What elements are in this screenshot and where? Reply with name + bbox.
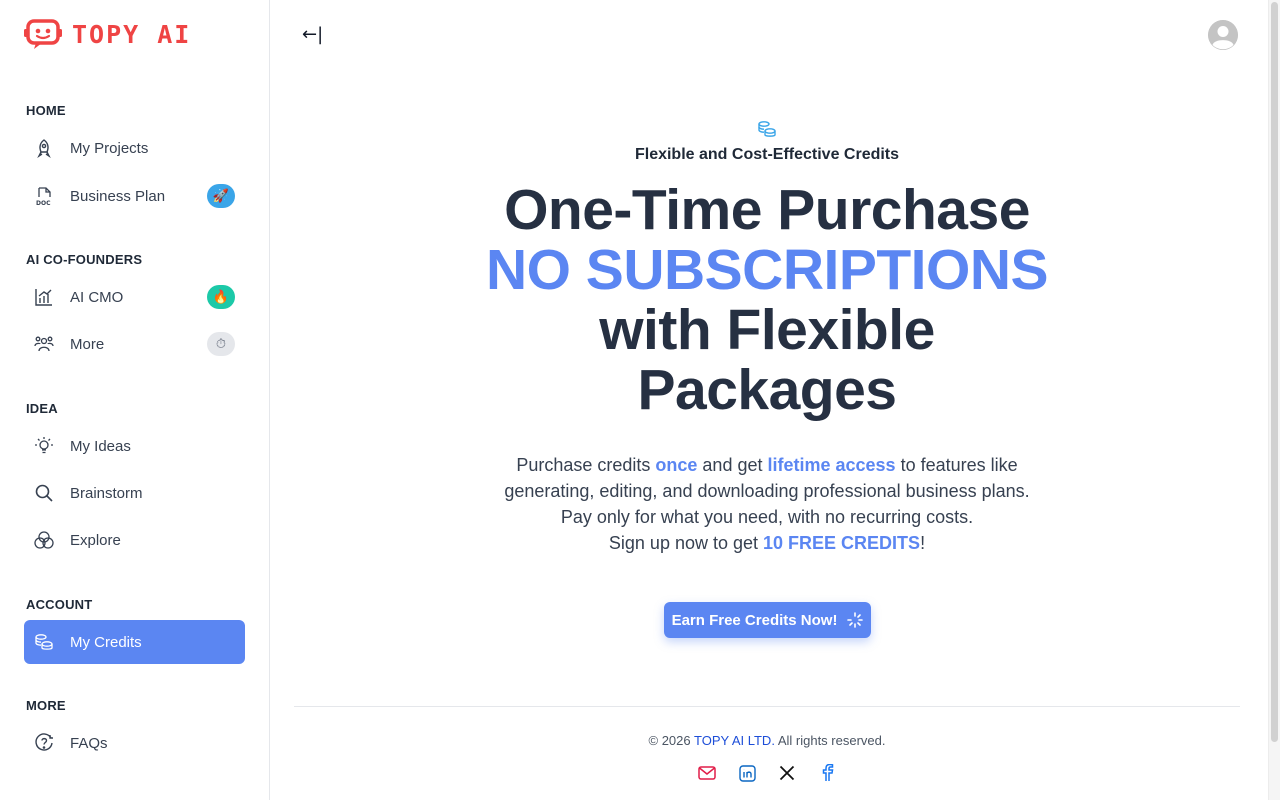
sidebar-item-brainstorm[interactable]: Brainstorm <box>24 471 245 515</box>
hero-description: Purchase credits once and get lifetime a… <box>294 452 1240 556</box>
sidebar-item-faqs[interactable]: FAQs <box>24 721 245 765</box>
copyright-brand-link[interactable]: TOPY AI LTD. <box>694 733 775 748</box>
section-title-ai-cofounders: AI CO-FOUNDERS <box>26 252 143 267</box>
sidebar-item-my-ideas[interactable]: My Ideas <box>24 424 245 468</box>
sidebar-item-label: My Projects <box>70 139 149 157</box>
fire-badge: 🔥 <box>207 285 235 309</box>
sidebar-item-label: FAQs <box>70 734 108 752</box>
section-title-home: HOME <box>26 103 66 118</box>
copyright-prefix: © 2026 <box>648 733 695 748</box>
linkedin-icon[interactable] <box>737 763 757 783</box>
facebook-icon[interactable] <box>817 763 837 783</box>
team-icon <box>34 334 54 354</box>
page-scrollbar[interactable] <box>1268 0 1280 800</box>
section-title-more: MORE <box>26 698 66 713</box>
explore-icon <box>34 530 54 550</box>
avatar[interactable] <box>1208 20 1238 50</box>
desc-highlight: once <box>655 455 698 475</box>
help-icon <box>34 733 54 753</box>
coins-icon <box>34 632 54 652</box>
logo[interactable]: TOPY AI <box>24 18 191 50</box>
headline-line-3: Packages <box>637 358 897 422</box>
section-title-account: ACCOUNT <box>26 597 93 612</box>
section-title-idea: IDEA <box>26 401 58 416</box>
sidebar-item-label: My Ideas <box>70 437 131 455</box>
sidebar-item-explore[interactable]: Explore <box>24 518 245 562</box>
user-avatar-icon <box>1208 20 1238 50</box>
scrollbar-thumb[interactable] <box>1271 2 1278 742</box>
sidebar-item-more[interactable]: More ⏱ <box>24 322 245 366</box>
desc-highlight: lifetime access <box>767 455 896 475</box>
copyright-suffix: All rights reserved. <box>774 733 886 748</box>
hero-eyebrow: Flexible and Cost-Effective Credits <box>634 146 900 163</box>
timer-badge: ⏱ <box>207 332 235 356</box>
sidebar-item-business-plan[interactable]: DOC Business Plan 🚀 <box>24 174 245 218</box>
sidebar-item-label: My Credits <box>70 633 142 651</box>
chat-bot-logo-icon <box>24 19 62 49</box>
growth-chart-icon <box>34 287 54 307</box>
rocket-badge: 🚀 <box>207 184 235 208</box>
footer-divider <box>294 706 1240 707</box>
sidebar: TOPY AI HOME My Projects DOC Business Pl… <box>0 0 270 800</box>
sidebar-item-my-projects[interactable]: My Projects <box>24 126 245 170</box>
copyright: © 2026 TOPY AI LTD. All rights reserved. <box>294 733 1240 748</box>
mail-icon[interactable] <box>697 763 717 783</box>
sidebar-item-label: Business Plan <box>70 187 166 205</box>
doc-icon: DOC <box>34 186 54 206</box>
sidebar-item-label: AI CMO <box>70 288 124 306</box>
desc-text: ! <box>920 533 926 553</box>
search-icon <box>34 483 54 503</box>
x-icon[interactable] <box>777 763 797 783</box>
headline-line-2: with Flexible <box>599 298 935 362</box>
desc-text: and get <box>697 455 768 475</box>
collapse-sidebar-button[interactable]: ←| <box>302 24 323 45</box>
earn-free-credits-button[interactable]: Earn Free Credits Now! <box>664 602 871 638</box>
coins-icon <box>757 119 777 144</box>
desc-text: Sign up now to get <box>608 533 764 553</box>
logo-text: TOPY AI <box>72 19 192 49</box>
headline-accent: NO SUBSCRIPTIONS <box>485 238 1049 302</box>
hero-headline: One-Time Purchase NO SUBSCRIPTIONS with … <box>294 180 1240 420</box>
svg-text:DOC: DOC <box>36 200 51 206</box>
sidebar-item-ai-cmo[interactable]: AI CMO 🔥 <box>24 275 245 319</box>
cta-label: Earn Free Credits Now! <box>671 611 838 629</box>
headline-line-1: One-Time Purchase <box>504 178 1030 242</box>
sidebar-item-label: More <box>70 335 105 353</box>
rocket-icon <box>34 138 54 158</box>
desc-highlight: 10 FREE CREDITS <box>763 533 921 553</box>
lightbulb-icon <box>34 436 54 456</box>
desc-text: Purchase credits <box>516 455 656 475</box>
sidebar-item-label: Explore <box>70 531 121 549</box>
sidebar-item-my-credits[interactable]: My Credits <box>24 620 245 664</box>
loader-icon <box>847 612 864 628</box>
sidebar-item-label: Brainstorm <box>70 484 143 502</box>
